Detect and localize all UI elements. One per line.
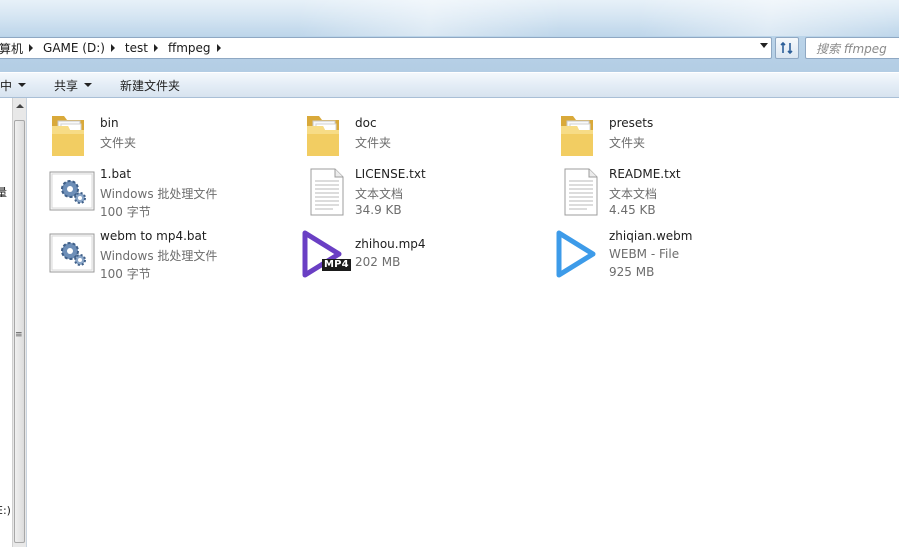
breadcrumb-label: 算机: [0, 41, 24, 56]
file-size: 925 MB: [609, 265, 655, 279]
breadcrumb-test[interactable]: test: [119, 38, 162, 58]
new-folder-button[interactable]: 新建文件夹: [120, 77, 180, 94]
refresh-button[interactable]: [775, 37, 799, 59]
file-size: 4.45 KB: [609, 203, 656, 217]
share-menu[interactable]: 共享: [54, 77, 93, 94]
chevron-right-icon[interactable]: [153, 44, 158, 52]
file-type: 文件夹: [100, 136, 137, 150]
file-type: WEBM - File: [609, 247, 680, 261]
search-input[interactable]: 搜索 ffmpeg: [805, 37, 899, 59]
file-item-license-txt[interactable]: LICENSE.txt 文本文档 34.9 KB: [303, 167, 543, 223]
webm-video-icon: [555, 229, 603, 278]
chevron-right-icon[interactable]: [29, 44, 34, 52]
file-name: webm to mp4.bat: [100, 229, 207, 243]
file-type: 文本文档: [609, 187, 658, 201]
mp4-badge: MP4: [322, 259, 351, 271]
chevron-right-icon[interactable]: [216, 44, 221, 52]
breadcrumb-label: ffmpeg: [167, 41, 211, 55]
file-name: 1.bat: [100, 167, 132, 181]
command-bar: 库中 共享 新建文件夹: [0, 72, 899, 98]
breadcrumb-ffmpeg[interactable]: ffmpeg: [162, 38, 225, 58]
breadcrumb-drive[interactable]: GAME (D:): [37, 38, 119, 58]
refresh-icon: [780, 41, 793, 55]
pane-divider: [26, 98, 27, 547]
breadcrumb-label: GAME (D:): [43, 41, 105, 55]
nav-pane-scrollbar[interactable]: ≡: [12, 98, 26, 547]
window-frame: [0, 0, 899, 72]
file-type: 文本文档: [355, 187, 404, 201]
breadcrumb-computer[interactable]: 算机: [0, 38, 37, 58]
include-in-library-label: 库中: [0, 78, 13, 93]
file-size: 34.9 KB: [355, 203, 402, 217]
address-bar[interactable]: 算机 GAME (D:) test ffmpeg: [0, 37, 772, 59]
folder-icon: [303, 110, 351, 158]
file-name: zhihou.mp4: [355, 237, 426, 251]
file-size: 100 字节: [100, 205, 151, 219]
navigation-pane[interactable]: 量 E:): [0, 98, 12, 547]
folder-icon: [48, 110, 96, 158]
file-item-webm-to-mp4-bat[interactable]: webm to mp4.bat Windows 批处理文件 100 字节: [48, 229, 288, 285]
glass-streak: [640, 0, 899, 36]
file-size: 202 MB: [355, 255, 401, 269]
file-name: zhiqian.webm: [609, 229, 693, 243]
file-item-1-bat[interactable]: 1.bat Windows 批处理文件 100 字节: [48, 167, 288, 223]
nav-item[interactable]: E:): [0, 504, 11, 517]
text-file-icon: [557, 167, 605, 216]
file-name: LICENSE.txt: [355, 167, 426, 181]
batch-file-icon: [48, 167, 96, 215]
file-item-bin[interactable]: bin 文件夹: [48, 110, 288, 166]
file-type: Windows 批处理文件: [100, 249, 218, 263]
glass-streak: [300, 0, 560, 36]
file-item-zhihou-mp4[interactable]: MP4 zhihou.mp4 202 MB: [301, 229, 541, 285]
mp4-video-icon: MP4: [301, 229, 351, 278]
chevron-right-icon[interactable]: [110, 44, 115, 52]
chevron-down-icon: [84, 83, 93, 87]
search-placeholder: 搜索 ffmpeg: [816, 41, 887, 56]
folder-icon: [557, 110, 605, 158]
file-size: 100 字节: [100, 267, 151, 281]
file-item-presets[interactable]: presets 文件夹: [557, 110, 797, 166]
file-name: README.txt: [609, 167, 681, 181]
share-label: 共享: [54, 78, 79, 93]
include-in-library-menu[interactable]: 库中: [0, 77, 27, 94]
file-name: doc: [355, 116, 377, 130]
text-file-icon: [303, 167, 351, 216]
breadcrumb-label: test: [124, 41, 148, 55]
file-type: 文件夹: [355, 136, 392, 150]
file-item-zhiqian-webm[interactable]: zhiqian.webm WEBM - File 925 MB: [555, 229, 795, 285]
file-item-doc[interactable]: doc 文件夹: [303, 110, 543, 166]
scroll-up-icon[interactable]: [16, 104, 24, 108]
file-item-readme-txt[interactable]: README.txt 文本文档 4.45 KB: [557, 167, 797, 223]
file-type: Windows 批处理文件: [100, 187, 218, 201]
batch-file-icon: [48, 229, 96, 277]
file-type: 文件夹: [609, 136, 646, 150]
file-name: bin: [100, 116, 119, 130]
file-name: presets: [609, 116, 654, 130]
chevron-down-icon: [18, 83, 27, 87]
nav-item[interactable]: 量: [0, 184, 7, 200]
new-folder-label: 新建文件夹: [120, 78, 181, 93]
scrollbar-grip-icon: ≡: [15, 330, 23, 340]
address-history-dropdown-icon[interactable]: [760, 43, 768, 48]
